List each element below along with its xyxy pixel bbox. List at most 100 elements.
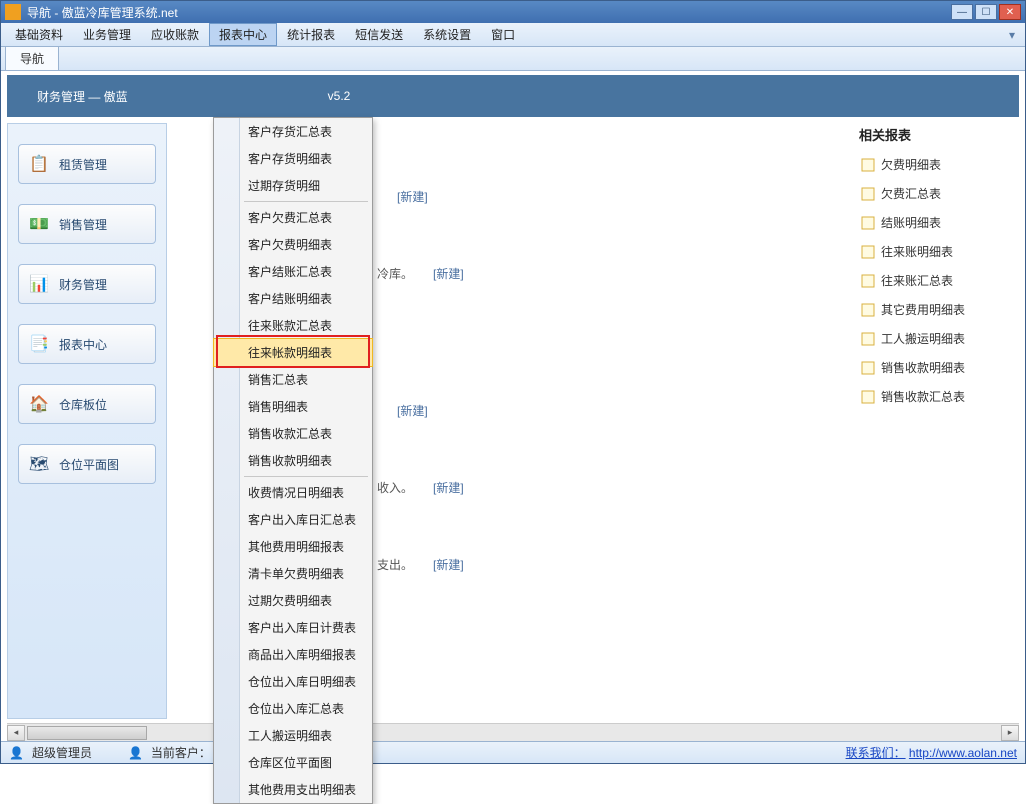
new-link[interactable]: [新建] <box>433 265 464 282</box>
nav-finance-label: 财务管理 <box>59 276 107 293</box>
related-reports-title: 相关报表 <box>859 125 1019 144</box>
dropdown-item[interactable]: 销售收款明细表 <box>214 447 372 474</box>
dropdown-item[interactable]: 销售明细表 <box>214 393 372 420</box>
dropdown-item[interactable]: 客户结账汇总表 <box>214 258 372 285</box>
report-link[interactable]: 销售收款明细表 <box>859 353 1019 382</box>
left-nav-panel: 📋 租赁管理 💵 销售管理 📊 财务管理 📑 报表中心 🏠 仓库板 <box>7 123 167 719</box>
report-link[interactable]: 结账明细表 <box>859 208 1019 237</box>
dropdown-item[interactable]: 往来账款汇总表 <box>214 312 372 339</box>
report-link[interactable]: 工人搬运明细表 <box>859 324 1019 353</box>
document-icon <box>861 158 875 172</box>
related-reports-panel: 相关报表 欠费明细表 欠费汇总表 结账明细表 往来账明细表 往来账汇总表 其它费… <box>859 123 1019 719</box>
dropdown-item[interactable]: 仓位出入库汇总表 <box>214 695 372 722</box>
banner-text-left: 财务管理 — 傲蓝 <box>37 88 128 105</box>
person-icon: 👤 <box>128 746 143 760</box>
report-center-dropdown: 客户存货汇总表客户存货明细表过期存货明细客户欠费汇总表客户欠费明细表客户结账汇总… <box>213 117 373 804</box>
new-link[interactable]: [新建] <box>433 479 464 496</box>
map-icon: 🗺 <box>29 454 49 474</box>
nav-floorplan-label: 仓位平面图 <box>59 456 119 473</box>
status-right: 联系我们： http://www.aolan.net <box>846 744 1017 761</box>
dropdown-item[interactable]: 客户结账明细表 <box>214 285 372 312</box>
contact-label[interactable]: 联系我们： <box>846 746 906 760</box>
document-icon <box>861 390 875 404</box>
report-link-label: 往来账汇总表 <box>881 272 953 289</box>
minimize-button[interactable]: — <box>951 4 973 20</box>
dropdown-item[interactable]: 客户出入库日计费表 <box>214 614 372 641</box>
document-icon <box>861 216 875 230</box>
dropdown-item[interactable]: 销售收款汇总表 <box>214 420 372 447</box>
nav-lease-label: 租赁管理 <box>59 156 107 173</box>
status-user: 超级管理员 <box>32 744 92 761</box>
report-link[interactable]: 其它费用明细表 <box>859 295 1019 324</box>
nav-sales[interactable]: 💵 销售管理 <box>18 204 156 244</box>
scroll-right-button[interactable]: ▸ <box>1001 725 1019 741</box>
work-area: 财务管理 — 傲蓝 v5.2 📋 租赁管理 💵 销售管理 📊 财务管理 <box>1 71 1025 741</box>
house-icon: 🏠 <box>29 394 49 414</box>
dropdown-item[interactable]: 过期欠费明细表 <box>214 587 372 614</box>
report-link[interactable]: 欠费汇总表 <box>859 179 1019 208</box>
menu-receivable[interactable]: 应收账款 <box>141 23 209 46</box>
clipboard-icon: 📋 <box>29 154 49 174</box>
nav-warehouse[interactable]: 🏠 仓库板位 <box>18 384 156 424</box>
menu-window[interactable]: 窗口 <box>481 23 525 46</box>
document-icon <box>861 274 875 288</box>
dropdown-item[interactable]: 客户存货汇总表 <box>214 118 372 145</box>
new-link[interactable]: [新建] <box>433 556 464 573</box>
contact-link[interactable]: http://www.aolan.net <box>909 746 1017 760</box>
dropdown-item[interactable]: 销售汇总表 <box>214 366 372 393</box>
nav-floorplan[interactable]: 🗺 仓位平面图 <box>18 444 156 484</box>
menu-basic-data[interactable]: 基础资料 <box>5 23 73 46</box>
dropdown-item[interactable]: 其他费用明细报表 <box>214 533 372 560</box>
title-bar: 导航 - 傲蓝冷库管理系统.net — ☐ ✕ <box>1 1 1025 23</box>
dropdown-item[interactable]: 工人搬运明细表 <box>214 722 372 749</box>
dropdown-item[interactable]: 收费情况日明细表 <box>214 479 372 506</box>
chart-icon: 📊 <box>29 274 49 294</box>
dropdown-item[interactable]: 往来帐款明细表 <box>213 338 373 367</box>
banner: 财务管理 — 傲蓝 v5.2 <box>7 75 1019 117</box>
dropdown-item[interactable]: 清卡单欠费明细表 <box>214 560 372 587</box>
nav-finance[interactable]: 📊 财务管理 <box>18 264 156 304</box>
scroll-left-button[interactable]: ◂ <box>7 725 25 741</box>
window-title: 导航 - 傲蓝冷库管理系统.net <box>27 4 949 21</box>
menu-statistics[interactable]: 统计报表 <box>277 23 345 46</box>
menu-overflow-icon[interactable]: ▾ <box>1009 28 1021 42</box>
dropdown-item[interactable]: 仓库区位平面图 <box>214 749 372 776</box>
scroll-thumb[interactable] <box>27 726 147 740</box>
row-desc: 冷库。 <box>377 265 413 282</box>
tab-navigation[interactable]: 导航 <box>5 46 59 70</box>
tab-strip: 导航 <box>1 47 1025 71</box>
dropdown-item[interactable]: 过期存货明细 <box>214 172 372 199</box>
dropdown-separator <box>244 476 368 477</box>
dropdown-item[interactable]: 其他费用支出明细表 <box>214 776 372 803</box>
report-link[interactable]: 欠费明细表 <box>859 150 1019 179</box>
report-link-label: 销售收款汇总表 <box>881 388 965 405</box>
report-icon: 📑 <box>29 334 49 354</box>
dropdown-item[interactable]: 客户存货明细表 <box>214 145 372 172</box>
new-link[interactable]: [新建] <box>397 188 428 205</box>
nav-reports[interactable]: 📑 报表中心 <box>18 324 156 364</box>
report-link[interactable]: 往来账汇总表 <box>859 266 1019 295</box>
menu-report-center[interactable]: 报表中心 <box>209 23 277 46</box>
dropdown-item[interactable]: 客户欠费汇总表 <box>214 204 372 231</box>
app-icon <box>5 4 21 20</box>
dropdown-item[interactable]: 客户欠费明细表 <box>214 231 372 258</box>
menu-business[interactable]: 业务管理 <box>73 23 141 46</box>
nav-sales-label: 销售管理 <box>59 216 107 233</box>
maximize-button[interactable]: ☐ <box>975 4 997 20</box>
banner-text-right: v5.2 <box>328 89 351 103</box>
menu-sms[interactable]: 短信发送 <box>345 23 413 46</box>
dropdown-item[interactable]: 仓位出入库日明细表 <box>214 668 372 695</box>
dropdown-item[interactable]: 商品出入库明细报表 <box>214 641 372 668</box>
window-controls: — ☐ ✕ <box>949 4 1021 20</box>
report-link[interactable]: 销售收款汇总表 <box>859 382 1019 411</box>
document-icon <box>861 332 875 346</box>
menu-system[interactable]: 系统设置 <box>413 23 481 46</box>
new-link[interactable]: [新建] <box>397 402 428 419</box>
nav-lease[interactable]: 📋 租赁管理 <box>18 144 156 184</box>
document-icon <box>861 245 875 259</box>
money-icon: 💵 <box>29 214 49 234</box>
horizontal-scrollbar[interactable]: ◂ ▸ <box>7 723 1019 741</box>
close-button[interactable]: ✕ <box>999 4 1021 20</box>
report-link[interactable]: 往来账明细表 <box>859 237 1019 266</box>
dropdown-item[interactable]: 客户出入库日汇总表 <box>214 506 372 533</box>
